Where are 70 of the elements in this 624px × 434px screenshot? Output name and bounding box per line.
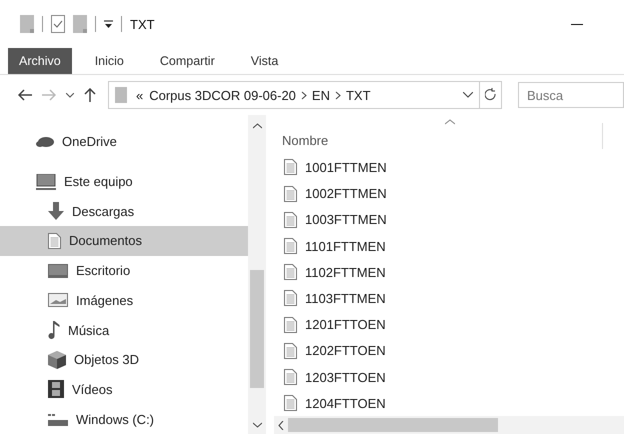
ribbon-tab[interactable]: Compartir bbox=[148, 48, 226, 74]
history-dropdown[interactable] bbox=[463, 92, 473, 98]
folder-icon bbox=[115, 87, 127, 103]
nav-item[interactable]: Descargas bbox=[0, 196, 248, 226]
file-name[interactable]: 1103FTTMEN bbox=[305, 290, 386, 306]
nav-item[interactable]: Windows (C:) bbox=[0, 404, 248, 434]
cube-icon bbox=[48, 350, 66, 369]
sort-icon bbox=[445, 119, 455, 125]
search-field[interactable]: Busca bbox=[518, 82, 624, 108]
window-title: TXT bbox=[130, 16, 155, 32]
horizontal-scrollbar[interactable] bbox=[274, 416, 624, 434]
nav-item[interactable]: Imágenes bbox=[0, 286, 248, 316]
scrollbar-thumb[interactable] bbox=[288, 418, 498, 432]
chevron-icon bbox=[300, 90, 307, 100]
dropdown-icon[interactable] bbox=[104, 20, 113, 28]
nav-item[interactable]: OneDrive bbox=[0, 127, 248, 157]
breadcrumb[interactable]: TXT bbox=[342, 88, 374, 102]
nav-item[interactable]: Este equipo bbox=[0, 166, 248, 196]
file-name[interactable]: 1101FTTMEN bbox=[305, 238, 386, 254]
back-button[interactable] bbox=[18, 89, 32, 101]
breadcrumb[interactable]: Corpus 3DCOR 09-06-20 bbox=[146, 88, 299, 102]
text-file-icon bbox=[284, 212, 297, 228]
chevron-icon bbox=[334, 90, 341, 100]
text-file-icon bbox=[284, 369, 297, 386]
ribbon-tab[interactable]: Vista bbox=[240, 48, 290, 74]
cloud-icon bbox=[36, 136, 54, 147]
nav-item[interactable]: Escritorio bbox=[0, 256, 248, 286]
file-name[interactable]: 1003FTTMEN bbox=[305, 212, 387, 228]
scrollbar-thumb[interactable] bbox=[250, 270, 264, 388]
desktop-icon bbox=[48, 264, 68, 278]
file-name[interactable]: 1203FTTOEN bbox=[305, 370, 386, 385]
breadcrumb[interactable]: EN bbox=[308, 88, 333, 102]
monitor-icon bbox=[36, 174, 56, 190]
text-file-icon bbox=[284, 342, 297, 359]
nav-item[interactable]: Documentos bbox=[0, 226, 248, 256]
column-header[interactable]: Nombre bbox=[280, 133, 328, 148]
scroll-down-icon[interactable] bbox=[252, 422, 262, 428]
text-file-icon bbox=[284, 290, 297, 306]
properties-icon[interactable] bbox=[51, 15, 65, 33]
nav-item[interactable]: Música bbox=[0, 315, 248, 345]
ribbon-tab[interactable]: Archivo bbox=[8, 48, 72, 74]
vertical-scrollbar[interactable] bbox=[248, 115, 266, 434]
file-name[interactable]: 1201FTTOEN bbox=[305, 317, 386, 332]
text-file-icon bbox=[284, 186, 297, 202]
file-name[interactable]: 1102FTTMEN bbox=[305, 264, 386, 280]
file-name[interactable]: 1202FTTOEN bbox=[305, 343, 386, 358]
overflow-button[interactable]: « bbox=[133, 88, 146, 102]
down-arrow-icon bbox=[48, 202, 64, 220]
document-icon bbox=[48, 232, 61, 249]
text-file-icon bbox=[284, 395, 297, 412]
ribbon-tab[interactable]: Inicio bbox=[84, 48, 135, 74]
text-file-icon bbox=[284, 264, 297, 280]
text-file-icon bbox=[284, 316, 297, 333]
image-icon bbox=[48, 293, 68, 308]
nav-item[interactable]: Vídeos bbox=[0, 374, 248, 404]
file-name[interactable]: 1204FTTOEN bbox=[305, 396, 386, 411]
file-name[interactable]: 1002FTTMEN bbox=[305, 186, 387, 202]
recent-dropdown[interactable] bbox=[66, 92, 74, 98]
address-bar[interactable]: « Corpus 3DCOR 09-06-20 EN TXT bbox=[108, 81, 502, 109]
refresh-icon bbox=[484, 88, 496, 102]
scroll-up-icon[interactable] bbox=[252, 123, 262, 129]
scroll-left-icon[interactable] bbox=[278, 420, 284, 430]
text-file-icon bbox=[284, 238, 297, 254]
music-note-icon bbox=[48, 321, 60, 340]
text-file-icon bbox=[284, 159, 297, 176]
nav-item[interactable]: Objetos 3D bbox=[0, 344, 248, 375]
file-name[interactable]: 1001FTTMEN bbox=[305, 160, 387, 175]
film-icon bbox=[48, 380, 64, 398]
up-button[interactable] bbox=[84, 88, 96, 102]
drive-icon bbox=[48, 412, 68, 426]
